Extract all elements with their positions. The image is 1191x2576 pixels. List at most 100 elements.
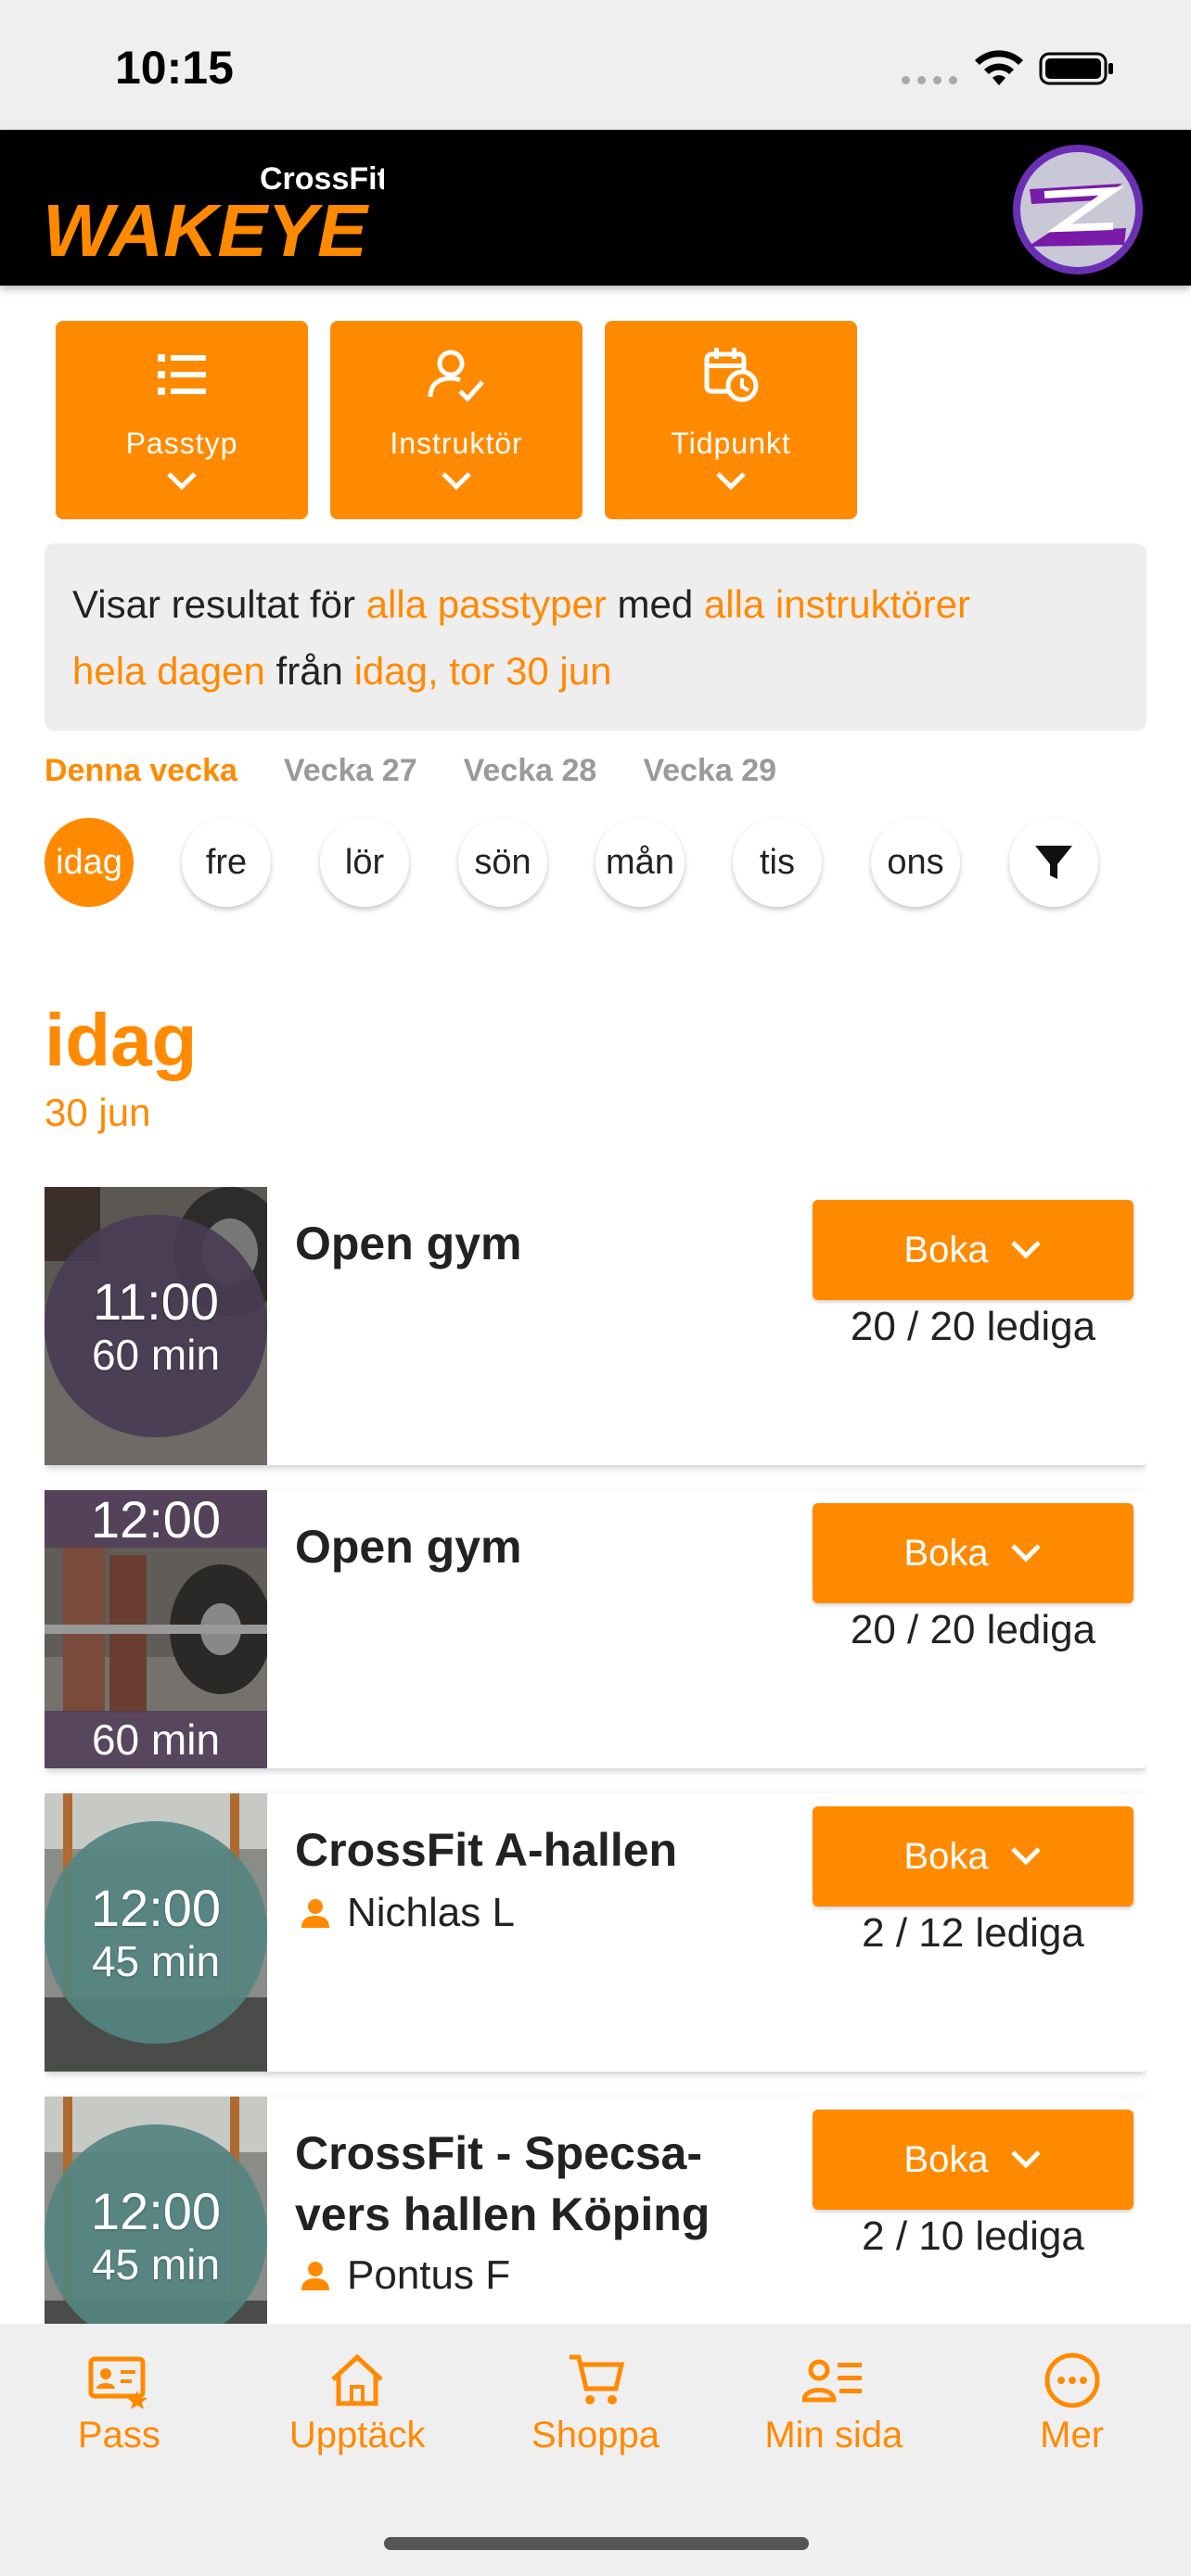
summary-text: med <box>606 582 704 626</box>
class-thumbnail: 11:00 60 min <box>45 1187 267 1465</box>
tab-upptack-label: Upptäck <box>288 2415 426 2455</box>
boka-button[interactable]: Boka <box>813 1200 1133 1300</box>
class-spots: 20 / 20 lediga <box>850 1304 1096 1349</box>
tab-mer-label: Mer <box>1040 2415 1105 2455</box>
home-icon <box>331 2353 383 2406</box>
tab-upptack[interactable]: Upptäck <box>238 2324 477 2480</box>
class-instructor-name: Nichlas L <box>347 1890 515 1935</box>
boka-label: Boka <box>903 1229 989 1270</box>
person-icon <box>301 2262 329 2290</box>
class-time-badge: 12:00 45 min <box>45 1821 267 2044</box>
day-son[interactable]: sön <box>458 818 547 907</box>
class-card[interactable]: 12:00 60 min Open gym Boka 20 / 20 ledig… <box>45 1490 1146 1768</box>
profile-list-icon <box>801 2359 862 2403</box>
class-instructor: Pontus F <box>299 2252 510 2299</box>
filter-instruktor-button[interactable]: Instruktör <box>330 321 583 519</box>
chevron-down-icon <box>442 472 471 491</box>
chevron-down-icon <box>1010 2150 1041 2169</box>
filter-instruktor-label: Instruktör <box>390 427 523 460</box>
tab-shoppa-label: Shoppa <box>531 2415 660 2455</box>
day-man[interactable]: mån <box>596 818 685 907</box>
funnel-icon <box>1035 846 1072 879</box>
day-lor[interactable]: lör <box>320 818 409 907</box>
tab-shoppa[interactable]: Shoppa <box>477 2324 715 2480</box>
person-check-icon <box>428 350 484 402</box>
week-tabs: Denna vecka Vecka 27 Vecka 28 Vecka 29 <box>45 753 823 789</box>
app-header: CrossFit WAKEYE <box>0 130 1191 286</box>
class-title: Open gym <box>295 1218 522 1269</box>
filter-passtyp-button[interactable]: Passtyp <box>56 321 308 519</box>
tab-vecka-28[interactable]: Vecka 28 <box>464 753 597 789</box>
tab-pass[interactable]: Pass <box>0 2324 238 2480</box>
class-thumbnail: 12:00 60 min <box>45 1490 267 1768</box>
filter-button[interactable] <box>1009 818 1098 907</box>
summary-text: från <box>264 649 354 693</box>
summary-date-link[interactable]: idag, tor 30 jun <box>354 649 612 693</box>
class-spots: 20 / 20 lediga <box>850 1607 1096 1652</box>
svg-text:WAKEYE: WAKEYE <box>43 189 370 269</box>
class-time-badge: 11:00 60 min <box>45 1215 267 1437</box>
boka-label: Boka <box>903 1532 989 1574</box>
filter-tidpunkt-label: Tidpunkt <box>671 427 791 460</box>
class-duration: 45 min <box>91 2240 221 2289</box>
status-bar: 10:15 <box>0 0 1191 130</box>
bottom-tab-bar: Pass Upptäck Shoppa Min sida Mer <box>0 2324 1191 2480</box>
boka-button[interactable]: Boka <box>813 1806 1133 1906</box>
class-title: Open gym <box>295 1521 522 1573</box>
class-spots: 2 / 12 lediga <box>862 1910 1084 1956</box>
cart-icon <box>569 2354 625 2404</box>
crossfit-wakeye-logo: CrossFit WAKEYE <box>43 161 384 269</box>
boka-button[interactable]: Boka <box>813 2110 1133 2210</box>
avatar[interactable] <box>1011 143 1145 276</box>
class-thumbnail: 12:00 45 min <box>45 2097 267 2324</box>
class-thumbnail: 12:00 45 min <box>45 1793 267 2072</box>
boka-label: Boka <box>903 1835 989 1877</box>
class-card[interactable]: 12:00 45 min CrossFit A-hallen Nichlas L… <box>45 1793 1146 2072</box>
home-indicator[interactable] <box>384 2537 809 2550</box>
filter-bar: Passtyp Instruktör Tidpunkt <box>56 321 857 519</box>
day-date: 30 jun <box>45 1090 151 1134</box>
ticket-star-icon <box>88 2356 148 2409</box>
tab-vecka-27[interactable]: Vecka 27 <box>284 753 417 789</box>
tab-vecka-29[interactable]: Vecka 29 <box>643 753 776 789</box>
boka-label: Boka <box>903 2138 989 2180</box>
calendar-clock-icon <box>704 348 759 402</box>
tab-mer[interactable]: Mer <box>953 2324 1191 2480</box>
battery-icon <box>1039 52 1113 85</box>
class-card[interactable]: 12:00 45 min CrossFit - Specsa-vers hall… <box>45 2097 1146 2324</box>
wifi-icon <box>975 50 1023 85</box>
summary-time-link[interactable]: hela dagen <box>72 649 265 693</box>
class-card[interactable]: 11:00 60 min Open gym Boka 20 / 20 ledig… <box>45 1187 1146 1465</box>
chevron-down-icon <box>1010 1544 1041 1562</box>
summary-instruktorer-link[interactable]: alla instruktörer <box>704 582 970 626</box>
day-fre[interactable]: fre <box>182 818 271 907</box>
class-time: 12:00 <box>45 1490 267 1549</box>
class-spots: 2 / 10 lediga <box>862 2213 1084 2259</box>
signal-icon <box>902 76 957 84</box>
tab-denna-vecka[interactable]: Denna vecka <box>45 753 237 789</box>
filter-tidpunkt-button[interactable]: Tidpunkt <box>605 321 857 519</box>
boka-button[interactable]: Boka <box>813 1503 1133 1603</box>
chevron-down-icon <box>1010 1847 1041 1866</box>
class-duration: 60 min <box>91 1331 221 1379</box>
day-idag[interactable]: idag <box>45 818 134 907</box>
tab-pass-label: Pass <box>77 2415 160 2455</box>
chevron-down-icon <box>1010 1241 1041 1259</box>
class-list: 11:00 60 min Open gym Boka 20 / 20 ledig… <box>45 1187 1146 2324</box>
day-tis[interactable]: tis <box>733 818 822 907</box>
person-icon <box>301 1899 329 1928</box>
class-instructor-name: Pontus F <box>347 2252 511 2298</box>
day-heading: idag <box>45 999 198 1081</box>
class-time: 12:00 <box>90 2182 222 2240</box>
class-time: 11:00 <box>93 1272 219 1331</box>
class-title: CrossFit A-hallen <box>295 1824 678 1876</box>
day-selector: idag fre lör sön mån tis ons <box>45 818 1158 911</box>
class-title: CrossFit - Specsa-vers hallen Köping <box>295 2127 711 2240</box>
list-icon <box>158 354 206 395</box>
status-time: 10:15 <box>115 42 234 94</box>
home-indicator-area <box>0 2480 1191 2576</box>
class-time: 12:00 <box>90 1879 222 1937</box>
summary-passtyper-link[interactable]: alla passtyper <box>366 582 607 626</box>
tab-min-sida[interactable]: Min sida <box>714 2324 953 2480</box>
day-ons[interactable]: ons <box>871 818 960 907</box>
